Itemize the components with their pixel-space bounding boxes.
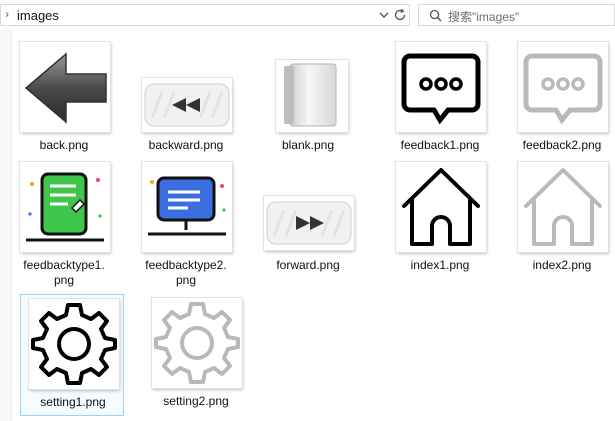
home-icon bbox=[402, 168, 480, 246]
address-bar[interactable]: › images bbox=[0, 4, 410, 26]
home-icon bbox=[524, 168, 602, 246]
file-item-feedbacktype1[interactable]: feedbacktype1. png bbox=[12, 160, 116, 287]
thumbnail-setting1 bbox=[29, 299, 119, 389]
address-path[interactable]: images bbox=[17, 8, 59, 23]
toolbar: › images 搜索"images" bbox=[0, 0, 615, 30]
file-name-line1: feedbacktype1. bbox=[23, 258, 105, 272]
file-name: index2.png bbox=[532, 258, 592, 272]
file-item-setting2[interactable]: setting2.png bbox=[144, 294, 248, 416]
file-name: feedback2.png bbox=[522, 138, 602, 152]
file-item-feedback1[interactable]: feedback1.png bbox=[388, 38, 492, 160]
file-name: setting2.png bbox=[163, 394, 229, 408]
thumbnail-feedback2 bbox=[518, 42, 608, 132]
chevron-down-icon[interactable] bbox=[377, 8, 391, 22]
file-name-line2: png bbox=[53, 273, 75, 287]
file-name: back.png bbox=[39, 138, 89, 152]
file-name: feedback1.png bbox=[400, 138, 480, 152]
thumbnail-index2 bbox=[518, 162, 608, 252]
gear-icon bbox=[154, 302, 240, 384]
thumbnail-backward bbox=[142, 78, 232, 132]
thumbnail-setting2 bbox=[152, 298, 242, 388]
chevron-right-icon[interactable]: › bbox=[5, 7, 9, 21]
file-item-forward[interactable]: forward.png bbox=[256, 160, 360, 282]
search-placeholder: 搜索"images" bbox=[448, 10, 520, 24]
thumbnail-index1 bbox=[396, 162, 486, 252]
file-name: blank.png bbox=[281, 138, 335, 152]
navigation-pane-edge bbox=[0, 30, 12, 421]
gear-icon bbox=[31, 303, 117, 385]
file-name: feedbacktype1. png bbox=[12, 258, 116, 288]
refresh-icon[interactable] bbox=[392, 7, 408, 23]
thumbnail-feedbacktype1 bbox=[20, 162, 110, 252]
file-name: index1.png bbox=[410, 258, 470, 272]
file-item-back[interactable]: back.png bbox=[12, 38, 116, 160]
file-item-index2[interactable]: index2.png bbox=[510, 160, 614, 282]
file-item-backward[interactable]: backward.png bbox=[134, 38, 238, 160]
file-item-index1[interactable]: index1.png bbox=[388, 160, 492, 282]
thumbnail-forward bbox=[264, 196, 354, 250]
file-name-line1: feedbacktype2. bbox=[145, 258, 227, 272]
search-box[interactable]: 搜索"images" bbox=[418, 4, 615, 26]
file-item-feedback2[interactable]: feedback2.png bbox=[510, 38, 614, 160]
file-item-setting1[interactable]: setting1.png bbox=[20, 294, 124, 416]
file-name: forward.png bbox=[276, 258, 340, 272]
file-item-feedbacktype2[interactable]: feedbacktype2. png bbox=[134, 160, 238, 287]
binder-icon bbox=[302, 70, 306, 122]
back-arrow-icon bbox=[24, 52, 107, 124]
file-name-line2: png bbox=[175, 273, 197, 287]
file-name: setting1.png bbox=[40, 395, 106, 409]
search-icon bbox=[429, 9, 442, 22]
thumbnail-feedback1 bbox=[396, 42, 486, 132]
file-item-blank[interactable]: blank.png bbox=[256, 38, 360, 160]
thumbnail-feedbacktype2 bbox=[142, 162, 232, 252]
file-name: backward.png bbox=[148, 138, 224, 152]
thumbnail-back bbox=[20, 42, 110, 132]
thumbnail-blank bbox=[276, 60, 348, 132]
file-name: feedbacktype2. png bbox=[134, 258, 238, 288]
